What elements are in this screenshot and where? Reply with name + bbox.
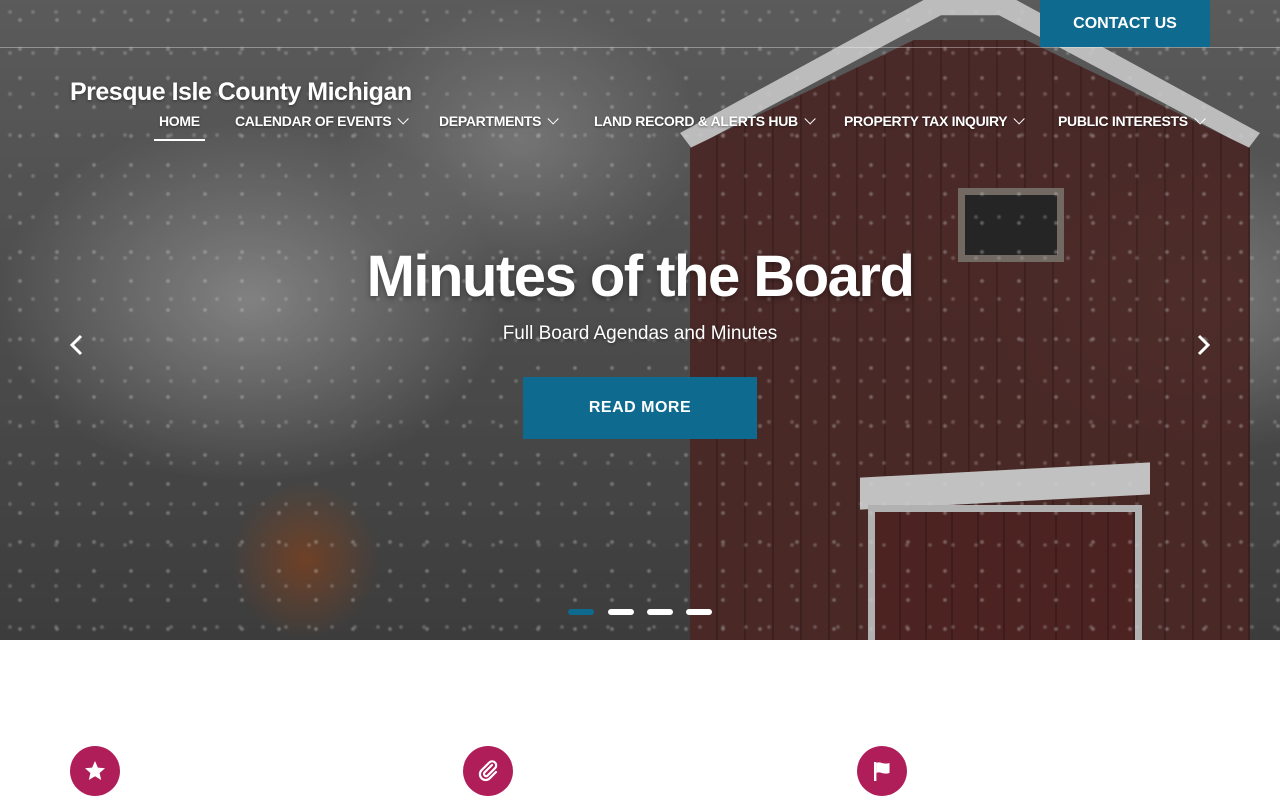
nav-item-land-record-alerts-hub[interactable]: LAND RECORD & ALERTS HUB: [594, 113, 816, 129]
chevron-down-icon: [1194, 113, 1206, 125]
slider-dot-3[interactable]: [647, 609, 673, 615]
nav-item-label: CALENDAR OF EVENTS: [235, 113, 392, 129]
chevron-down-icon: [1013, 113, 1026, 125]
nav-item-label: PROPERTY TAX INQUIRY: [844, 113, 1008, 129]
nav-item-label: LAND RECORD & ALERTS HUB: [594, 113, 798, 129]
nav-item-public-interests[interactable]: PUBLIC INTERESTS: [1058, 113, 1206, 129]
nav-item-label: HOME: [159, 113, 200, 129]
chevron-down-icon: [397, 113, 410, 125]
header-divider: [0, 47, 1280, 48]
nav-item-label: DEPARTMENTS: [439, 113, 542, 129]
hero-slider: CONTACT US Presque Isle County Michigan …: [0, 0, 1280, 640]
slider-dot-1[interactable]: [568, 609, 594, 615]
site-title[interactable]: Presque Isle County Michigan: [70, 78, 412, 107]
chevron-down-icon: [804, 113, 816, 125]
chevron-right-icon: [1197, 334, 1211, 356]
main-nav: HOME CALENDAR OF EVENTS DEPARTMENTS LAND…: [0, 113, 1280, 143]
contact-us-button[interactable]: CONTACT US: [1040, 0, 1210, 47]
slider-prev-button[interactable]: [65, 332, 89, 358]
slide-subtitle: Full Board Agendas and Minutes: [502, 323, 778, 344]
chevron-left-icon: [69, 334, 83, 356]
flag-icon: [874, 762, 890, 781]
slide-title: Minutes of the Board: [366, 244, 915, 309]
slider-dot-4[interactable]: [686, 609, 712, 615]
nav-item-label: PUBLIC INTERESTS: [1058, 113, 1188, 129]
slider-dot-2[interactable]: [608, 609, 634, 615]
feature-star-badge: [70, 746, 120, 796]
star-icon: [85, 761, 105, 780]
nav-item-home[interactable]: HOME: [154, 113, 205, 141]
feature-paperclip-badge: [463, 746, 513, 796]
slider-next-button[interactable]: [1191, 332, 1215, 358]
nav-item-calendar-of-events[interactable]: CALENDAR OF EVENTS: [235, 113, 410, 129]
nav-item-departments[interactable]: DEPARTMENTS: [439, 113, 560, 129]
paperclip-icon: [478, 760, 498, 782]
feature-flag-badge: [857, 746, 907, 796]
nav-item-property-tax-inquiry[interactable]: PROPERTY TAX INQUIRY: [844, 113, 1026, 129]
chevron-down-icon: [547, 113, 560, 125]
read-more-button[interactable]: READ MORE: [523, 377, 757, 439]
